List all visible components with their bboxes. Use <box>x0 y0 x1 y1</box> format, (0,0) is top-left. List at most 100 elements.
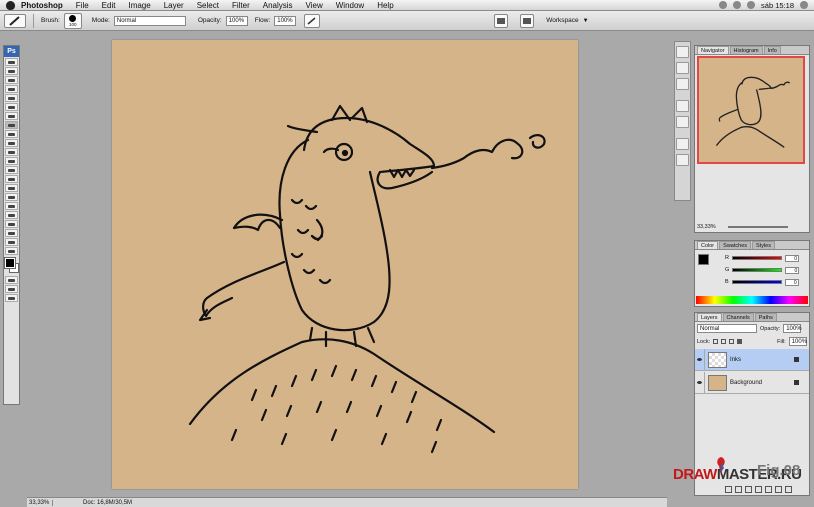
paragraph-icon[interactable] <box>676 154 689 166</box>
palette-well-button[interactable] <box>494 13 509 28</box>
color-spectrum[interactable] <box>696 296 808 304</box>
navigator-preview[interactable] <box>697 56 805 164</box>
channel-g-value[interactable]: 0 <box>785 266 800 274</box>
blend-mode-select[interactable]: Normal <box>697 324 757 333</box>
document-canvas[interactable] <box>112 40 578 489</box>
tab-styles[interactable]: Styles <box>752 241 775 249</box>
tab-navigator[interactable]: Navigator <box>697 46 729 54</box>
actions-icon[interactable] <box>676 100 689 112</box>
mode-select[interactable]: Normal <box>113 15 186 26</box>
type-tool-icon[interactable] <box>5 193 18 201</box>
new-group-icon[interactable] <box>765 486 772 493</box>
move-tool-icon[interactable] <box>5 58 18 66</box>
layer-row-inks[interactable]: Inks <box>695 348 809 371</box>
channel-g-slider[interactable] <box>732 268 783 272</box>
gradient-tool-icon[interactable] <box>5 157 18 165</box>
menu-filter[interactable]: Filter <box>232 1 250 10</box>
workspace-menu[interactable]: Workspace <box>546 17 578 24</box>
marquee-tool-icon[interactable] <box>5 67 18 75</box>
zoom-readout[interactable]: 33,33% <box>27 499 53 506</box>
ps-logo[interactable]: Ps <box>4 46 19 57</box>
eyedropper-tool-icon[interactable] <box>5 229 18 237</box>
crop-tool-icon[interactable] <box>5 94 18 102</box>
brush-tool-icon[interactable] <box>5 121 18 129</box>
pen-tool-icon[interactable] <box>5 184 18 192</box>
history-brush-tool-icon[interactable] <box>5 139 18 147</box>
channel-b-slider[interactable] <box>731 280 782 284</box>
menu-layer[interactable]: Layer <box>164 1 184 10</box>
menu-clock[interactable]: sáb 15:18 <box>761 1 794 10</box>
eye-icon[interactable] <box>695 348 705 371</box>
menu-edit[interactable]: Edit <box>102 1 116 10</box>
zoom-tool-icon[interactable] <box>5 247 18 255</box>
channel-r-slider[interactable] <box>731 256 782 260</box>
opacity-field[interactable]: 100% <box>225 15 248 26</box>
lock-pixels-icon[interactable] <box>721 339 727 344</box>
menu-select[interactable]: Select <box>197 1 219 10</box>
tool-preset-picker[interactable] <box>4 13 26 28</box>
zoom-slider[interactable] <box>727 226 788 228</box>
tab-channels[interactable]: Channels <box>722 313 754 321</box>
tab-histogram[interactable]: Histogram <box>729 46 763 54</box>
layer-mask-icon[interactable] <box>745 486 752 493</box>
layer-comps-icon[interactable] <box>676 78 689 90</box>
history-icon[interactable] <box>676 116 689 128</box>
menu-help[interactable]: Help <box>377 1 393 10</box>
channel-r-value[interactable]: 0 <box>784 254 799 262</box>
stamp-tool-icon[interactable] <box>5 130 18 138</box>
spotlight-icon[interactable] <box>800 1 808 9</box>
wifi-icon[interactable] <box>733 1 742 9</box>
menu-file[interactable]: File <box>76 1 89 10</box>
navigator-zoom-value[interactable]: 33,33% <box>697 224 716 230</box>
character-icon[interactable] <box>676 138 689 150</box>
status-icon[interactable] <box>719 1 728 9</box>
path-select-tool-icon[interactable] <box>5 202 18 210</box>
menu-image[interactable]: Image <box>128 1 150 10</box>
adjustment-layer-icon[interactable] <box>755 486 762 493</box>
eye-icon[interactable] <box>695 371 705 394</box>
shape-tool-icon[interactable] <box>5 211 18 219</box>
imageready-icon[interactable] <box>5 294 18 302</box>
trash-icon[interactable] <box>785 486 792 493</box>
brushes-icon[interactable] <box>676 46 689 58</box>
fill-field[interactable]: 100% <box>788 337 807 346</box>
hand-tool-icon[interactable] <box>5 238 18 246</box>
quick-mask-icon[interactable] <box>5 276 18 284</box>
channel-b-value[interactable]: 0 <box>784 278 799 286</box>
tab-layers[interactable]: Layers <box>697 313 722 321</box>
layer-opacity-field[interactable]: 100% <box>783 324 802 333</box>
lock-position-icon[interactable] <box>729 339 735 344</box>
tab-info[interactable]: Info <box>763 46 781 54</box>
color-foreground-swatch[interactable] <box>698 254 709 265</box>
toggle-panels-button[interactable] <box>520 13 535 28</box>
flow-field[interactable]: 100% <box>274 15 297 26</box>
lasso-tool-icon[interactable] <box>5 76 18 84</box>
layer-style-icon[interactable] <box>735 486 742 493</box>
eraser-tool-icon[interactable] <box>5 148 18 156</box>
foreground-color-swatch[interactable] <box>4 257 16 269</box>
menu-window[interactable]: Window <box>336 1 364 10</box>
healing-tool-icon[interactable] <box>5 112 18 120</box>
slice-tool-icon[interactable] <box>5 103 18 111</box>
tool-presets-icon[interactable] <box>676 62 689 74</box>
brush-picker[interactable]: 100 <box>63 12 82 29</box>
menu-app-name[interactable]: Photoshop <box>21 1 63 10</box>
blur-tool-icon[interactable] <box>5 166 18 174</box>
tab-paths[interactable]: Paths <box>754 313 777 321</box>
lock-all-icon[interactable] <box>737 339 743 344</box>
tab-color[interactable]: Color <box>697 241 719 249</box>
notes-tool-icon[interactable] <box>5 220 18 228</box>
dodge-tool-icon[interactable] <box>5 175 18 183</box>
new-layer-icon[interactable] <box>775 486 782 493</box>
airbrush-button[interactable] <box>304 13 321 28</box>
layer-row-background[interactable]: Background <box>695 371 809 394</box>
menu-view[interactable]: View <box>306 1 323 10</box>
apple-icon[interactable] <box>6 0 15 10</box>
lock-transparency-icon[interactable] <box>713 339 719 344</box>
magic-wand-tool-icon[interactable] <box>5 85 18 93</box>
screen-mode-icon[interactable] <box>5 285 18 293</box>
volume-icon[interactable] <box>747 1 756 9</box>
menu-analysis[interactable]: Analysis <box>263 1 293 10</box>
tab-swatches[interactable]: Swatches <box>719 241 752 249</box>
link-layers-icon[interactable] <box>725 486 732 493</box>
